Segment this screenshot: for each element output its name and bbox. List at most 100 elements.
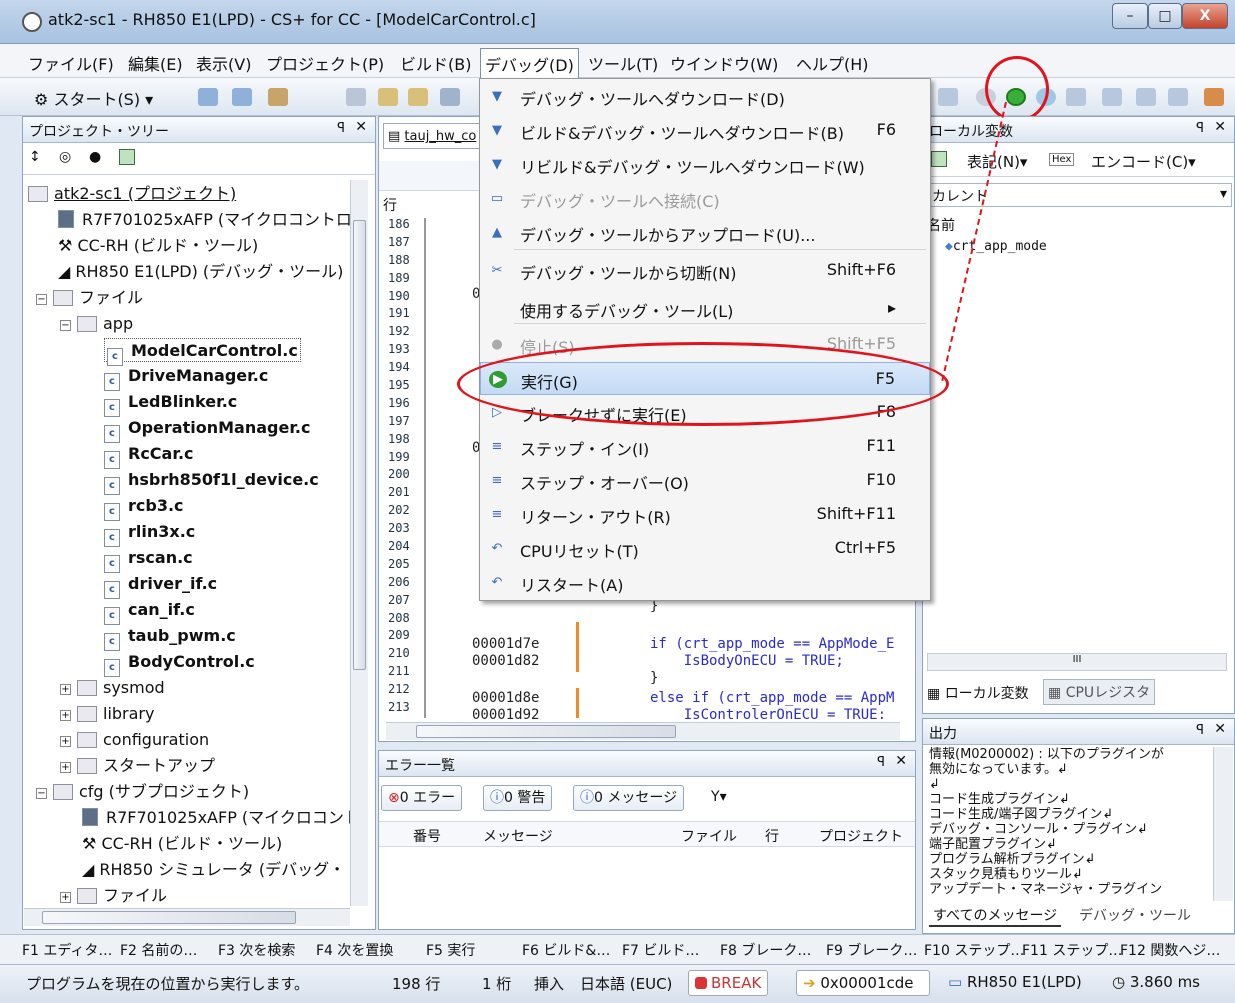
tab-all-messages[interactable]: すべてのメッセージ [929,905,1062,927]
paste-icon[interactable] [408,88,428,106]
pin-icon[interactable]: ꟼ [337,121,345,136]
expand-icon[interactable]: + [60,892,71,903]
function-key-10[interactable]: F10 ステップ… [924,940,1024,960]
encode-dropdown[interactable]: エンコード(C)▾ [1091,151,1196,172]
tree-file-item[interactable]: c LedBlinker.c [104,390,237,417]
warning-filter-button[interactable]: ⓘ0 警告 [483,785,553,811]
column-number[interactable]: 番号 [413,826,441,846]
menu-project[interactable]: プロジェクト(P) [266,51,384,75]
pin-icon[interactable]: ꟼ [877,755,885,770]
scrollbar-thumb[interactable] [42,911,296,924]
menu-window[interactable]: ウインドウ(W) [670,51,778,75]
close-icon[interactable]: ✕ [355,119,367,135]
tree-file-item[interactable]: c BodyControl.c [104,650,255,677]
tree-file-item[interactable]: c RcCar.c [104,442,194,469]
pin-icon[interactable]: ꟼ [1196,121,1204,136]
tree-file-item[interactable]: c rcb3.c [104,494,184,521]
close-icon[interactable]: ✕ [1214,721,1226,737]
scrollbar-thumb[interactable] [353,220,366,670]
menu-item-download[interactable]: ▼ デバッグ・ツールへダウンロード(D) [480,80,930,113]
menu-debug[interactable]: デバッグ(D) [480,48,579,80]
column-message[interactable]: メッセージ [483,826,553,846]
toolbar-icon-2[interactable] [232,88,252,106]
function-key-7[interactable]: F7 ビルド… [622,940,699,960]
function-key-2[interactable]: F2 名前の… [120,940,197,960]
sort-icon[interactable]: ↕ [29,149,41,165]
locals-horizontal-scrollbar[interactable]: III [927,653,1227,671]
tree-cfg-build[interactable]: ⚒ CC-RH (ビルド・ツール) [82,832,282,856]
maximize-button[interactable]: □ [1148,3,1182,29]
tree-cfg-files[interactable]: + ファイル [60,884,167,906]
function-key-9[interactable]: F9 ブレーク… [826,940,917,960]
tree-file-item[interactable]: c can_if.c [104,598,195,625]
tree-cfg[interactable]: − cfg (サブプロジェクト) [36,780,249,804]
column-file[interactable]: ファイル [681,826,737,846]
pin-icon[interactable]: ꟼ [1196,723,1204,738]
menu-build[interactable]: ビルド(B) [400,51,471,75]
tree-folder-configuration[interactable]: + configuration [60,728,209,752]
close-button[interactable]: X [1182,3,1228,29]
undo-icon[interactable] [440,88,460,106]
tree-folder-sysmod[interactable]: + sysmod [60,676,165,700]
function-key-11[interactable]: F11 ステップ… [1022,940,1122,960]
close-icon[interactable]: ✕ [1214,119,1226,135]
menu-item-disconnect[interactable]: ✂ デバッグ・ツールから切断(N) Shift+F6 [480,254,930,287]
function-key-8[interactable]: F8 ブレーク… [720,940,811,960]
function-key-4[interactable]: F4 次を置換 [316,940,393,960]
settings-icon[interactable]: ◎ [59,149,71,165]
step-in-toolbar-icon[interactable] [1102,88,1122,106]
tree-cfg-debug[interactable]: ◢ RH850 シミュレータ (デバッグ・ [82,858,345,882]
tree-mcu[interactable]: R7F701025xAFP (マイクロコントロー [58,208,352,232]
return-out-toolbar-icon[interactable] [1168,88,1188,106]
menu-edit[interactable]: 編集(E) [128,51,183,75]
message-filter-button[interactable]: ⓘ0 メッセージ [573,785,685,811]
menu-item-return-out[interactable]: ≡ リターン・アウト(R) Shift+F11 [480,498,930,531]
tree-horizontal-scrollbar[interactable] [24,908,350,926]
expand-icon[interactable]: + [60,762,71,773]
function-key-12[interactable]: F12 関数へジ… [1120,940,1220,960]
collapse-icon[interactable]: − [60,320,71,331]
tree-project[interactable]: atk2-sc1 (プロジェクト) [28,182,236,206]
function-key-5[interactable]: F5 実行 [426,940,475,960]
expand-icon[interactable]: + [60,710,71,721]
expand-icon[interactable]: + [60,684,71,695]
column-line[interactable]: 行 [765,826,779,846]
user-icon[interactable]: ● [89,149,101,165]
menu-file[interactable]: ファイル(F) [28,51,114,75]
menu-item-build-download[interactable]: ▼ ビルド&デバッグ・ツールへダウンロード(B) F6 [480,114,930,147]
menu-item-restart[interactable]: ↶ リスタート(A) [480,566,930,599]
expand-icon[interactable]: + [60,736,71,747]
output-vertical-scrollbar[interactable] [1213,747,1233,901]
refresh-icon[interactable] [119,149,135,165]
tree-debug-tool[interactable]: ◢ RH850 E1(LPD) (デバッグ・ツール) [58,260,343,284]
menu-item-step-in[interactable]: ≡ ステップ・イン(I) F11 [480,430,930,463]
build-toolbar-icon[interactable] [1204,88,1224,106]
tree-files[interactable]: − ファイル [36,286,143,310]
editor-horizontal-scrollbar[interactable] [386,722,900,740]
menu-help[interactable]: ヘルプ(H) [796,51,869,75]
tab-cpu-registers[interactable]: ▦ CPUレジスタ [1043,679,1156,705]
tab-debug-tool[interactable]: デバッグ・ツール [1079,905,1191,925]
menu-item-step-over[interactable]: ≡ ステップ・オーバー(O) F10 [480,464,930,497]
menu-item-rebuild-download[interactable]: ▼ リビルド&デバッグ・ツールへダウンロード(W) [480,148,930,181]
menu-item-select-tool[interactable]: 使用するデバッグ・ツール(L) ▸ [480,292,930,325]
function-key-3[interactable]: F3 次を検索 [218,940,295,960]
cpu-reset-toolbar-icon[interactable] [1066,88,1086,106]
tree-file-item[interactable]: c hsbrh850f1l_device.c [104,468,319,495]
close-icon[interactable]: ✕ [895,753,907,769]
menu-view[interactable]: 表示(V) [196,51,251,75]
start-button[interactable]: ⚙ スタート(S) ▾ [34,86,153,110]
menu-item-upload[interactable]: ▲ デバッグ・ツールからアップロード(U)... [480,216,930,249]
tree-app-folder[interactable]: − app [60,312,133,336]
toolbar-icon-1[interactable] [198,88,218,106]
tree-file-item[interactable]: c OperationManager.c [104,416,311,443]
function-key-1[interactable]: F1 エディタ… [22,940,112,960]
tree-file-item[interactable]: c rscan.c [104,546,193,573]
tree-cfg-mcu[interactable]: R7F701025xAFP (マイクロコント [82,806,352,830]
tab-local-variables[interactable]: ▦ ローカル変数 [927,683,1029,703]
editor-tab[interactable]: ▤ tauj_hw_co [383,123,483,149]
tree-file-item[interactable]: c taub_pwm.c [104,624,236,651]
tree-folder-library[interactable]: + library [60,702,154,726]
filter-icon[interactable]: Y▾ [711,789,727,805]
collapse-icon[interactable]: − [36,294,47,305]
